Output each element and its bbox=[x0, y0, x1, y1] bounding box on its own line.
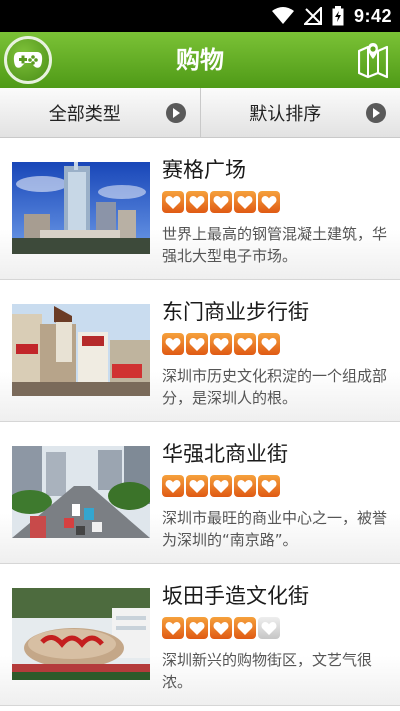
item-name: 华强北商业街 bbox=[162, 442, 288, 466]
item-name: 坂田手造文化街 bbox=[162, 584, 309, 608]
page-title: 购物 bbox=[176, 46, 224, 74]
status-bar: 9:42 bbox=[0, 0, 400, 32]
rating-stars bbox=[162, 475, 280, 497]
map-icon[interactable] bbox=[358, 41, 388, 79]
item-description: 深圳新兴的购物街区，文艺气很浓。 bbox=[162, 651, 373, 691]
item-description: 深圳市历史文化积淀的一个组成部分，是深圳人的根。 bbox=[162, 367, 388, 407]
heart-filled-icon bbox=[210, 333, 232, 355]
list-item[interactable]: 赛格广场 世界上最高的钢管混凝土建筑，华强北大型电子市场。 bbox=[0, 138, 400, 280]
arrow-right-circle-icon bbox=[165, 103, 186, 123]
item-description: 世界上最高的钢管混凝土建筑，华强北大型电子市场。 bbox=[162, 225, 388, 265]
shop-list: 赛格广场 世界上最高的钢管混凝土建筑，华强北大型电子市场。 东门商业步行街 深圳… bbox=[0, 138, 400, 706]
filter-type-dropdown[interactable]: 全部类型 bbox=[0, 88, 200, 137]
item-description: 深圳市最旺的商业中心之一，被誉为深圳的“南京路”。 bbox=[162, 509, 388, 549]
rating-stars bbox=[162, 191, 280, 213]
item-photo-huaqiangbei-street bbox=[12, 446, 150, 538]
item-photo-seg-plaza bbox=[12, 162, 150, 254]
wifi-icon bbox=[271, 7, 294, 24]
heart-filled-icon bbox=[162, 191, 184, 213]
heart-filled-icon bbox=[162, 617, 184, 639]
item-name: 东门商业步行街 bbox=[162, 300, 309, 324]
heart-filled-icon bbox=[186, 191, 208, 213]
heart-filled-icon bbox=[186, 617, 208, 639]
filter-sort-dropdown[interactable]: 默认排序 bbox=[199, 88, 400, 137]
heart-filled-icon bbox=[210, 475, 232, 497]
heart-filled-icon bbox=[210, 617, 232, 639]
heart-filled-icon bbox=[186, 333, 208, 355]
status-time: 9:42 bbox=[353, 5, 392, 26]
heart-filled-icon bbox=[186, 475, 208, 497]
filter-bar: 全部类型 默认排序 bbox=[0, 88, 400, 138]
arrow-right-circle-icon bbox=[366, 103, 386, 123]
filter-sort-label: 默认排序 bbox=[249, 103, 322, 125]
no-signal-icon bbox=[303, 7, 322, 25]
app-bar: 购物 bbox=[0, 32, 400, 88]
battery-charging-icon bbox=[332, 6, 344, 26]
heart-filled-icon bbox=[258, 333, 280, 355]
item-name: 赛格广场 bbox=[162, 158, 246, 182]
filter-type-label: 全部类型 bbox=[48, 103, 121, 125]
list-item[interactable]: 东门商业步行街 深圳市历史文化积淀的一个组成部分，是深圳人的根。 bbox=[0, 280, 400, 422]
heart-empty-icon bbox=[258, 617, 280, 639]
list-item[interactable]: 华强北商业街 深圳市最旺的商业中心之一，被誉为深圳的“南京路”。 bbox=[0, 422, 400, 564]
rating-stars bbox=[162, 617, 280, 639]
heart-filled-icon bbox=[258, 191, 280, 213]
heart-filled-icon bbox=[234, 191, 256, 213]
list-item[interactable]: 坂田手造文化街 深圳新兴的购物街区，文艺气很浓。 bbox=[0, 564, 400, 706]
rating-stars bbox=[162, 333, 280, 355]
item-photo-bantian-street bbox=[12, 588, 150, 680]
item-photo-dongmen-street bbox=[12, 304, 150, 396]
heart-filled-icon bbox=[210, 191, 232, 213]
heart-filled-icon bbox=[234, 475, 256, 497]
heart-filled-icon bbox=[234, 617, 256, 639]
heart-filled-icon bbox=[162, 475, 184, 497]
heart-filled-icon bbox=[162, 333, 184, 355]
heart-filled-icon bbox=[234, 333, 256, 355]
heart-filled-icon bbox=[258, 475, 280, 497]
